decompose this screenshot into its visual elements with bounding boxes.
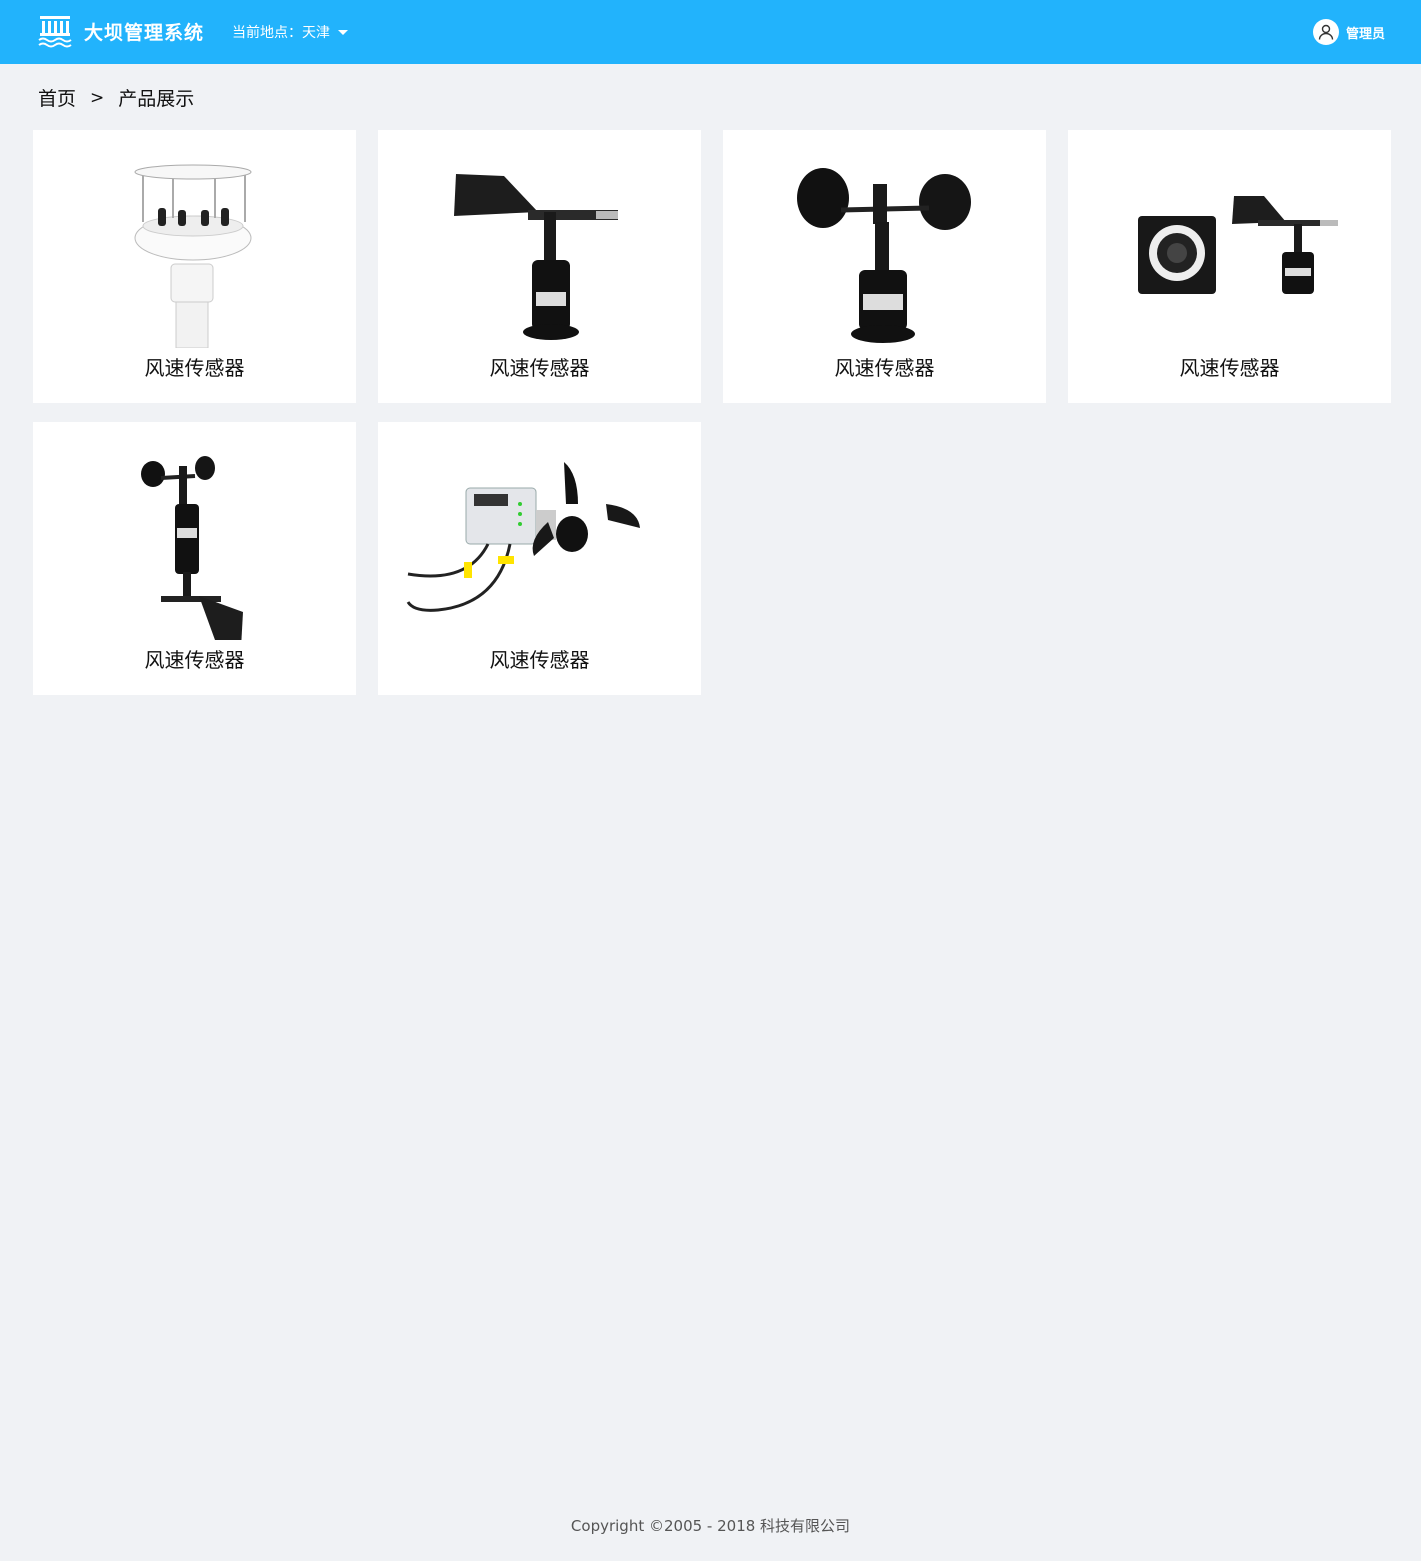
avatar: [1312, 19, 1339, 45]
dam-logo-icon: [38, 16, 72, 48]
user-icon: [1318, 24, 1334, 40]
app-title: 大坝管理系统: [84, 22, 205, 44]
vane-with-display-icon: [1138, 196, 1338, 294]
location-label: 当前地点：天津: [232, 25, 330, 41]
top-bar: 大坝管理系统 当前地点：天津 管理员: [0, 0, 1421, 64]
product-card[interactable]: 风速传感器: [723, 130, 1046, 403]
cup-anemometer-icon: [797, 168, 971, 343]
caret-down-icon: [338, 29, 348, 35]
product-name: 风速传感器: [489, 648, 590, 672]
product-name: 风速传感器: [489, 356, 590, 380]
product-name: 风速传感器: [144, 648, 245, 672]
anemometer-vane-combo-icon: [141, 456, 243, 640]
product-card[interactable]: 风速传感器: [378, 422, 701, 695]
breadcrumb-separator: >: [90, 87, 105, 108]
breadcrumb: 首页 > 产品展示: [38, 84, 194, 111]
product-name: 风速传感器: [144, 356, 245, 380]
product-card[interactable]: 风速传感器: [378, 130, 701, 403]
product-card[interactable]: 风速传感器: [33, 422, 356, 695]
footer-copyright: Copyright ©2005 - 2018 科技有限公司: [570, 1517, 851, 1535]
product-card[interactable]: 风速传感器: [1068, 130, 1391, 403]
anemometer-with-controller-icon: [406, 462, 640, 612]
product-card[interactable]: 风速传感器: [33, 130, 356, 403]
breadcrumb-home[interactable]: 首页: [38, 84, 76, 111]
product-name: 风速传感器: [834, 356, 935, 380]
wind-vane-icon: [454, 174, 618, 340]
location-selector[interactable]: 当前地点：天津: [232, 22, 348, 42]
product-name: 风速传感器: [1179, 356, 1280, 380]
ultrasonic-sensor-icon: [134, 164, 252, 348]
user-menu[interactable]: 管理员: [1312, 19, 1385, 45]
product-grid: 风速传感器 风速传感器 风速传感器 风速传感器 风速传感器 风速传感器: [33, 130, 1391, 695]
user-name: 管理员: [1345, 26, 1385, 42]
breadcrumb-current: 产品展示: [118, 88, 195, 110]
